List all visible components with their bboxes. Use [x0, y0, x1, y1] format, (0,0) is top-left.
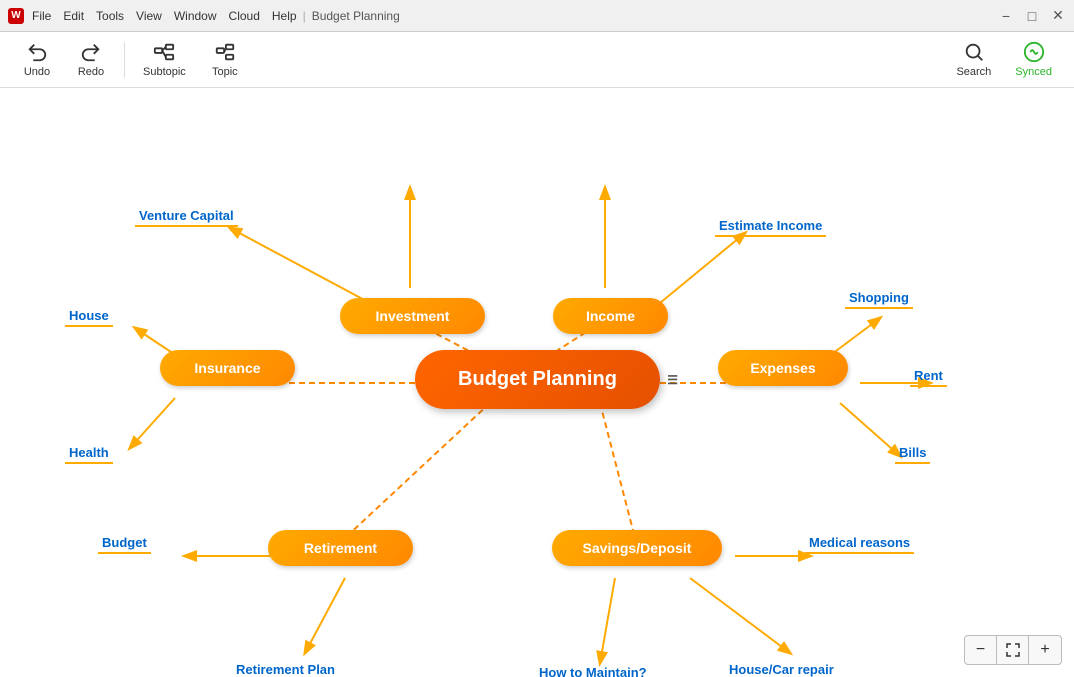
zoom-in-button[interactable]: +: [1029, 636, 1061, 664]
maximize-button[interactable]: □: [1024, 8, 1040, 24]
redo-icon: [80, 41, 102, 63]
synced-icon: [1020, 41, 1048, 63]
topic-button[interactable]: Topic: [200, 37, 250, 82]
savings-node[interactable]: Savings/Deposit: [552, 530, 722, 566]
investment-node[interactable]: Investment: [340, 298, 485, 334]
health-leaf[interactable]: Health: [65, 443, 113, 464]
toolbar: Undo Redo Subtopic Topic Search: [0, 32, 1074, 88]
retirement-plan-leaf[interactable]: Retirement Plan: [232, 660, 339, 677]
menu-file[interactable]: File: [32, 9, 51, 23]
titlebar: W File Edit Tools View Window Cloud Help…: [0, 0, 1074, 32]
budget-leaf[interactable]: Budget: [98, 533, 151, 554]
bills-leaf[interactable]: Bills: [895, 443, 930, 464]
canvas: Budget Planning ☰ Investment Income Expe…: [0, 88, 1074, 677]
menu-cloud[interactable]: Cloud: [229, 9, 260, 23]
house-leaf[interactable]: House: [65, 306, 113, 327]
estimate-income-leaf[interactable]: Estimate Income: [715, 216, 826, 237]
subtopic-button[interactable]: Subtopic: [133, 37, 196, 82]
window-controls[interactable]: − □ ✕: [998, 8, 1066, 24]
search-icon: [963, 41, 985, 63]
venture-capital-leaf[interactable]: Venture Capital: [135, 206, 238, 227]
menu-edit[interactable]: Edit: [63, 9, 84, 23]
app-icon: W: [8, 8, 24, 24]
menu-help[interactable]: Help: [272, 9, 297, 23]
central-node[interactable]: Budget Planning ☰: [415, 350, 660, 409]
retirement-node[interactable]: Retirement: [268, 530, 413, 566]
node-menu-icon[interactable]: ☰: [667, 373, 678, 387]
insurance-node[interactable]: Insurance: [160, 350, 295, 386]
fit-icon: [1005, 642, 1021, 658]
title-separator: |: [303, 9, 306, 23]
subtopic-icon: [153, 41, 175, 63]
expenses-node[interactable]: Expenses: [718, 350, 848, 386]
menu-view[interactable]: View: [136, 9, 162, 23]
close-button[interactable]: ✕: [1050, 8, 1066, 24]
rent-leaf[interactable]: Rent: [910, 366, 947, 387]
minimize-button[interactable]: −: [998, 8, 1014, 24]
redo-button[interactable]: Redo: [66, 37, 116, 82]
undo-icon: [26, 41, 48, 63]
menu-bar[interactable]: File Edit Tools View Window Cloud Help: [32, 9, 297, 23]
toolbar-right: Search Synced: [946, 37, 1062, 82]
income-node[interactable]: Income: [553, 298, 668, 334]
doc-title: Budget Planning: [312, 9, 400, 23]
synced-button[interactable]: Synced: [1005, 37, 1062, 82]
zoom-controls: − +: [964, 635, 1062, 665]
zoom-fit-button[interactable]: [997, 636, 1029, 664]
menu-tools[interactable]: Tools: [96, 9, 124, 23]
zoom-out-button[interactable]: −: [965, 636, 997, 664]
menu-window[interactable]: Window: [174, 9, 217, 23]
how-to-maintain-leaf[interactable]: How to Maintain?: [535, 663, 651, 677]
undo-button[interactable]: Undo: [12, 37, 62, 82]
search-button[interactable]: Search: [946, 37, 1001, 82]
toolbar-separator: [124, 42, 125, 78]
topic-icon: [214, 41, 236, 63]
shopping-leaf[interactable]: Shopping: [845, 288, 913, 309]
medical-reasons-leaf[interactable]: Medical reasons: [805, 533, 914, 554]
house-car-repair-leaf[interactable]: House/Car repair: [725, 660, 838, 677]
